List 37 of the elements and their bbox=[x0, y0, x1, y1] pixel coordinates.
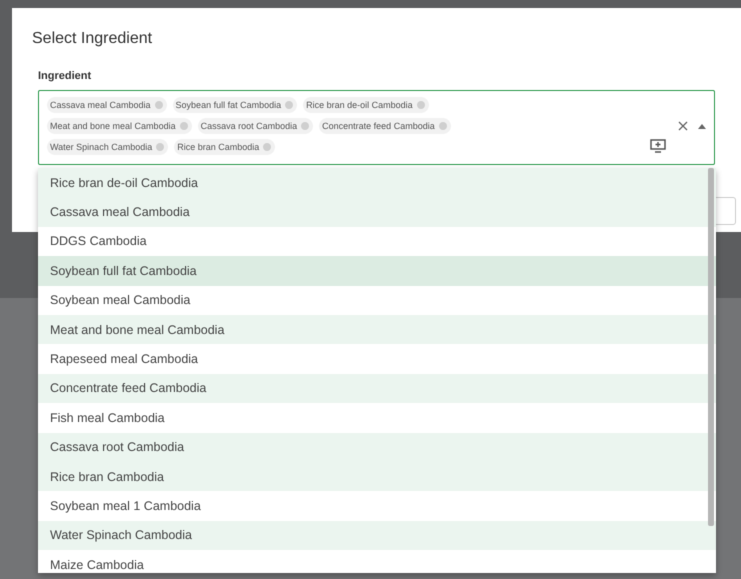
option-item[interactable]: Rice bran Cambodia bbox=[38, 462, 716, 492]
remove-icon[interactable] bbox=[263, 143, 272, 151]
option-item[interactable]: Water Spinach Cambodia bbox=[38, 520, 716, 550]
option-item[interactable]: Rice bran de-oil Cambodia bbox=[38, 168, 716, 198]
option-item[interactable]: Cassava root Cambodia bbox=[38, 432, 716, 462]
remove-icon[interactable] bbox=[301, 122, 310, 130]
remove-icon[interactable] bbox=[285, 101, 294, 109]
field-label: Ingredient bbox=[38, 70, 92, 82]
remove-icon[interactable] bbox=[180, 122, 188, 130]
ingredient-chip[interactable]: Rice bran Cambodia bbox=[174, 139, 276, 155]
remove-icon[interactable] bbox=[154, 101, 163, 109]
option-item[interactable]: Concentrate feed Cambodia bbox=[38, 374, 716, 404]
caret-button[interactable] bbox=[698, 124, 706, 128]
remove-icon[interactable] bbox=[156, 143, 164, 151]
ingredient-chip[interactable]: Cassava meal Cambodia bbox=[47, 97, 167, 113]
option-item[interactable]: Maize Cambodia bbox=[38, 550, 716, 573]
option-item[interactable]: Rapeseed meal Cambodia bbox=[38, 344, 716, 374]
ingredient-chip[interactable]: Meat and bone meal Cambodia bbox=[47, 118, 192, 134]
remove-icon[interactable] bbox=[416, 101, 425, 109]
scrollbar-thumb[interactable] bbox=[708, 168, 714, 526]
clear-button[interactable] bbox=[678, 121, 688, 131]
ingredient-chip[interactable]: Concentrate feed Cambodia bbox=[319, 118, 451, 134]
option-item[interactable]: DDGS Cambodia bbox=[38, 226, 716, 256]
option-item[interactable]: Soybean meal Cambodia bbox=[38, 286, 716, 315]
add-screen-icon[interactable] bbox=[650, 139, 666, 153]
option-item[interactable]: Meat and bone meal Cambodia bbox=[38, 314, 716, 344]
ingredient-chip[interactable]: Cassava root Cambodia bbox=[198, 118, 314, 134]
ingredient-chip[interactable]: Soybean full fat Cambodia bbox=[172, 97, 298, 113]
ingredient-select[interactable]: Cassava meal Cambodia Soybean full fat Cambodia Rice bran de-oil Cambodia Meat and bone meal Cambodia Cassava root Cambodia Concentrate feed Cambodia Water Spinach Cambodia Rice bran Cambodia bbox=[38, 90, 715, 165]
remove-icon[interactable] bbox=[438, 122, 447, 130]
ingredient-chip[interactable]: Rice bran de-oil Cambodia bbox=[303, 97, 429, 113]
option-item[interactable]: Soybean meal 1 Cambodia bbox=[38, 491, 716, 521]
option-item[interactable]: Fish meal Cambodia bbox=[38, 403, 716, 433]
option-item[interactable]: Cassava meal Cambodia bbox=[38, 197, 716, 227]
dialog-title: Select Ingredient bbox=[32, 30, 154, 48]
option-item[interactable]: Soybean full fat Cambodia bbox=[38, 256, 716, 286]
ingredient-chip[interactable]: Water Spinach Cambodia bbox=[47, 139, 168, 155]
